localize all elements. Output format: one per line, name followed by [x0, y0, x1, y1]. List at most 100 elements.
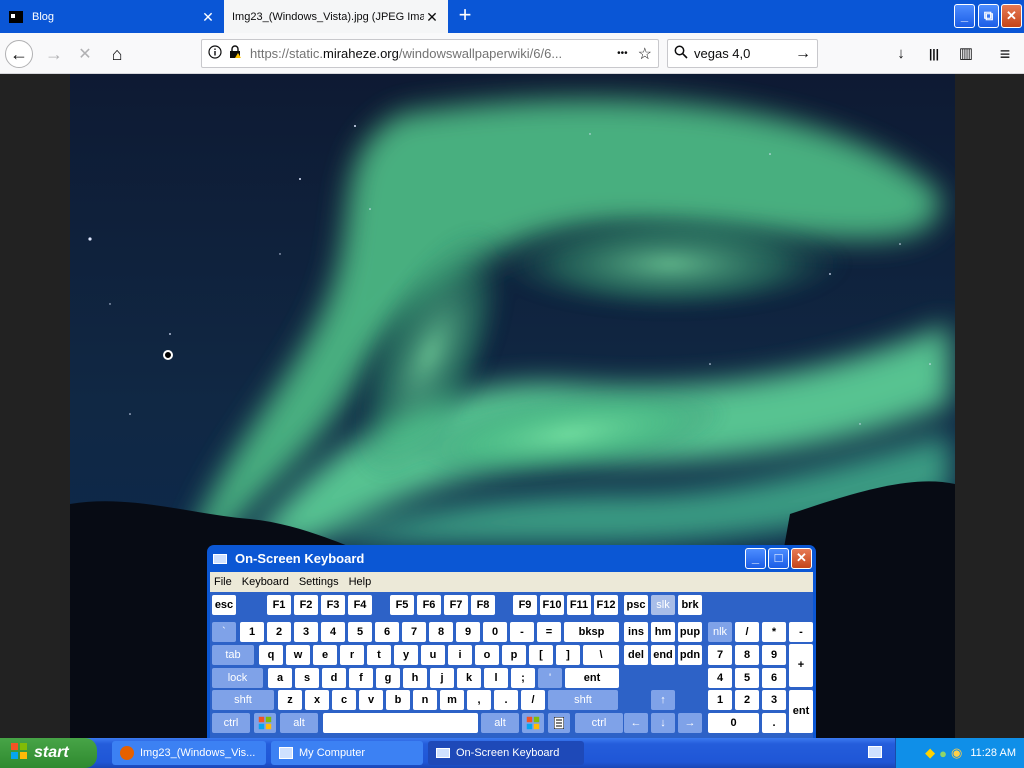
keyboard-key[interactable]: 5	[735, 668, 759, 688]
key-slk[interactable]: slk	[651, 595, 675, 615]
keyboard-key[interactable]: s	[295, 668, 319, 688]
tab-close-icon[interactable]: ✕	[200, 9, 216, 25]
keyboard-key[interactable]: z	[278, 690, 302, 710]
keyboard-key[interactable]: 0	[708, 713, 759, 733]
keyboard-key[interactable]: 1	[240, 622, 264, 642]
back-button[interactable]: ←	[5, 40, 33, 68]
tab-blog[interactable]: Blog ✕	[0, 0, 224, 33]
keyboard-key[interactable]: g	[376, 668, 400, 688]
keyboard-key[interactable]: tab	[212, 645, 254, 665]
keyboard-key[interactable]: \	[583, 645, 619, 665]
keyboard-key[interactable]: shft	[548, 690, 618, 710]
keyboard-key[interactable]: f	[349, 668, 373, 688]
taskbar-item-my-computer[interactable]: My Computer	[271, 741, 423, 765]
space-bar-key[interactable]	[323, 713, 478, 733]
keyboard-key[interactable]: b	[386, 690, 410, 710]
keyboard-key[interactable]: alt	[481, 713, 519, 733]
key-psc[interactable]: psc	[624, 595, 648, 615]
language-bar-icon[interactable]	[868, 746, 882, 758]
key-f12[interactable]: F12	[594, 595, 618, 615]
keyboard-key[interactable]: q	[259, 645, 283, 665]
taskbar-item-firefox[interactable]: Img23_(Windows_Vis...	[112, 741, 266, 765]
keyboard-key[interactable]: 1	[708, 690, 732, 710]
bookmark-star-icon[interactable]: ☆	[638, 44, 652, 64]
keyboard-key[interactable]: ,	[467, 690, 491, 710]
sidebar-icon[interactable]: ▥	[957, 45, 975, 63]
keyboard-key[interactable]: 4	[321, 622, 345, 642]
keyboard-key[interactable]: 7	[402, 622, 426, 642]
keyboard-key[interactable]: end	[651, 645, 675, 665]
close-button[interactable]: ✕	[1001, 4, 1022, 28]
key-f9[interactable]: F9	[513, 595, 537, 615]
keyboard-key[interactable]: i	[448, 645, 472, 665]
osk-maximize-button[interactable]: □	[768, 548, 789, 569]
keyboard-key[interactable]: e	[313, 645, 337, 665]
key-f2[interactable]: F2	[294, 595, 318, 615]
keyboard-key[interactable]: p	[502, 645, 526, 665]
keyboard-key[interactable]: w	[286, 645, 310, 665]
keyboard-key[interactable]: 8	[735, 645, 759, 665]
keyboard-key[interactable]: 3	[294, 622, 318, 642]
keyboard-key[interactable]: k	[457, 668, 481, 688]
key-f6[interactable]: F6	[417, 595, 441, 615]
keyboard-key[interactable]: u	[421, 645, 445, 665]
keyboard-key[interactable]: bksp	[564, 622, 619, 642]
menu-file[interactable]: File	[214, 576, 232, 588]
search-input[interactable]: vegas 4,0	[694, 46, 795, 61]
keyboard-key[interactable]: 7	[708, 645, 732, 665]
keyboard-key[interactable]: .	[762, 713, 786, 733]
keyboard-key[interactable]: +	[789, 644, 813, 687]
network-icon[interactable]: ●	[939, 746, 947, 761]
keyboard-key[interactable]: alt	[280, 713, 318, 733]
forward-button[interactable]: →	[40, 40, 68, 68]
library-icon[interactable]: |||	[925, 45, 943, 63]
tab-image[interactable]: Img23_(Windows_Vista).jpg (JPEG Ima ✕	[224, 0, 448, 33]
keyboard-key[interactable]: v	[359, 690, 383, 710]
stop-button[interactable]: ✕	[71, 40, 99, 68]
keyboard-key[interactable]: ent	[565, 668, 619, 688]
keyboard-key[interactable]: o	[475, 645, 499, 665]
key-f3[interactable]: F3	[321, 595, 345, 615]
lock-icon[interactable]	[228, 45, 242, 62]
keyboard-key[interactable]: c	[332, 690, 356, 710]
download-icon[interactable]: ↓	[892, 45, 910, 63]
keyboard-key[interactable]: ctrl	[212, 713, 250, 733]
tab-close-icon[interactable]: ✕	[424, 9, 440, 25]
keyboard-key[interactable]: 6	[762, 668, 786, 688]
key-f8[interactable]: F8	[471, 595, 495, 615]
keyboard-key[interactable]: a	[268, 668, 292, 688]
keyboard-key[interactable]: ↓	[651, 713, 675, 733]
keyboard-key[interactable]: 6	[375, 622, 399, 642]
home-button[interactable]: ⌂	[103, 40, 131, 68]
keyboard-key[interactable]: 3	[762, 690, 786, 710]
keyboard-key[interactable]: h	[403, 668, 427, 688]
keyboard-key[interactable]: *	[762, 622, 786, 642]
key-f11[interactable]: F11	[567, 595, 591, 615]
keyboard-key[interactable]: →	[678, 713, 702, 733]
keyboard-key[interactable]: /	[735, 622, 759, 642]
application-menu-key-icon[interactable]	[548, 713, 570, 733]
search-bar[interactable]: vegas 4,0 →	[667, 39, 818, 68]
keyboard-key[interactable]: ←	[624, 713, 648, 733]
keyboard-key[interactable]: -	[789, 622, 813, 642]
key-f1[interactable]: F1	[267, 595, 291, 615]
keyboard-key[interactable]: `	[212, 622, 236, 642]
minimize-button[interactable]: _	[954, 4, 975, 28]
osk-close-button[interactable]: ✕	[791, 548, 812, 569]
keyboard-key[interactable]: shft	[212, 690, 274, 710]
keyboard-key[interactable]: del	[624, 645, 648, 665]
start-button[interactable]: start	[0, 738, 97, 768]
menu-settings[interactable]: Settings	[299, 576, 339, 588]
keyboard-key[interactable]: '	[538, 668, 562, 688]
page-actions-icon[interactable]: •••	[617, 48, 628, 59]
key-f4[interactable]: F4	[348, 595, 372, 615]
keyboard-key[interactable]: r	[340, 645, 364, 665]
menu-keyboard[interactable]: Keyboard	[242, 576, 289, 588]
keyboard-key[interactable]: x	[305, 690, 329, 710]
keyboard-key[interactable]: =	[537, 622, 561, 642]
windows-key-icon[interactable]	[522, 713, 544, 733]
keyboard-key[interactable]: d	[322, 668, 346, 688]
osk-titlebar[interactable]: On-Screen Keyboard	[207, 545, 816, 572]
keyboard-key[interactable]: pup	[678, 622, 702, 642]
keyboard-key[interactable]: 0	[483, 622, 507, 642]
